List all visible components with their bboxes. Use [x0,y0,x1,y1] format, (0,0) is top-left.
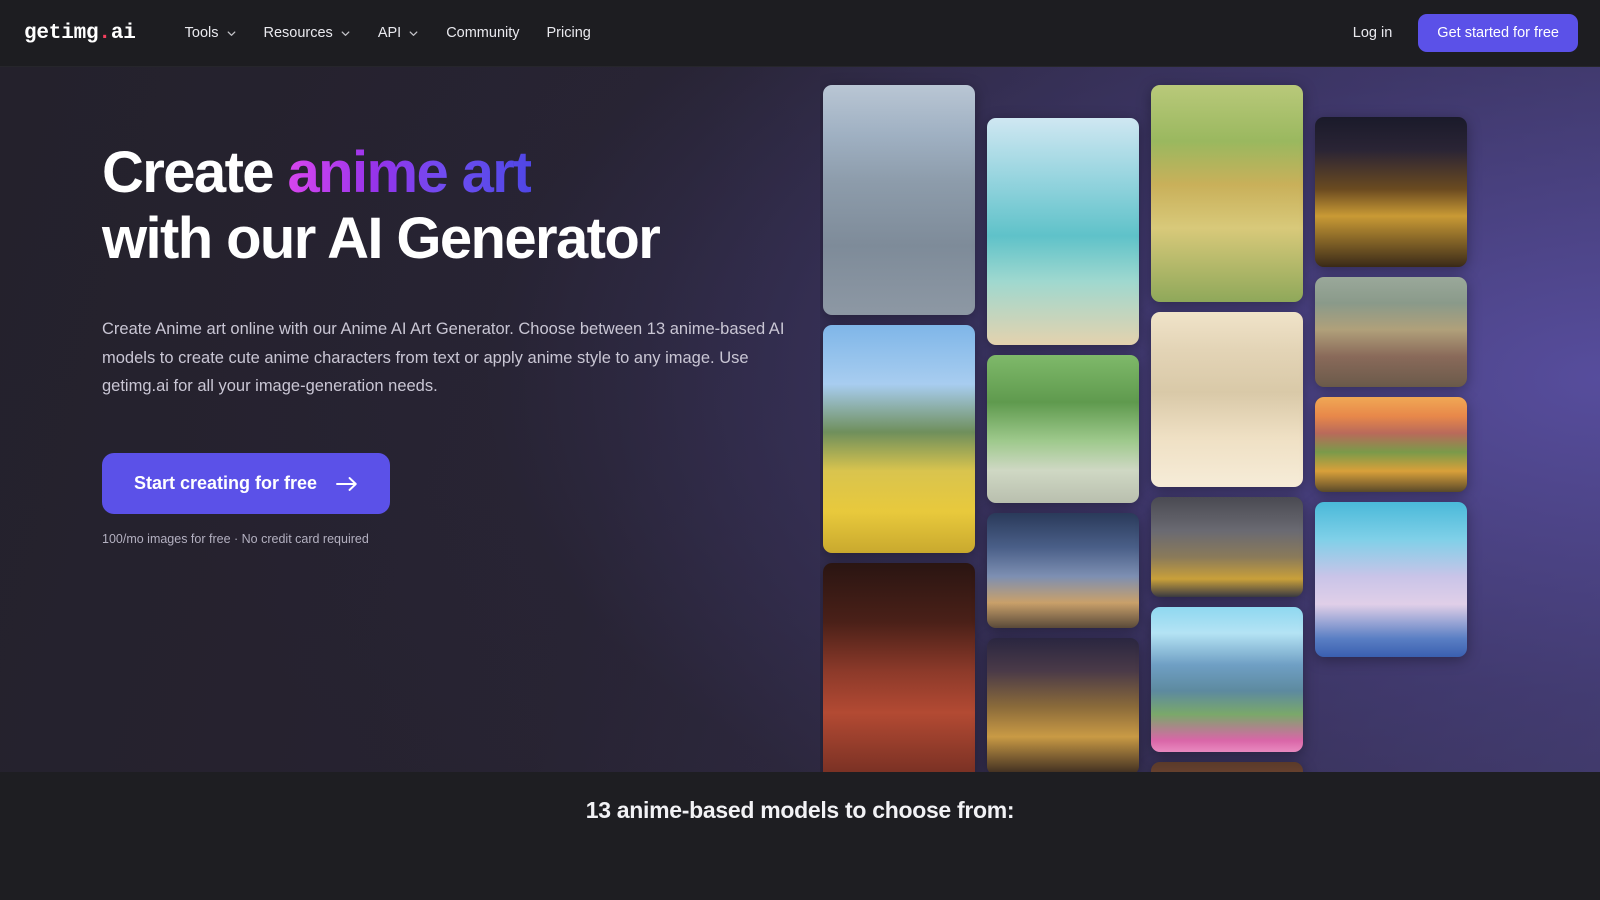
tile-red-umbrella-rain[interactable] [1151,497,1303,597]
hero-note: 100/mo images for free · No credit card … [102,532,802,546]
page-title: Create anime art with our AI Generator [102,140,802,272]
header-actions: Log in Get started for free [1339,14,1578,52]
tile-autumn-river-bend[interactable] [1315,397,1467,492]
tile-ballroom-couple[interactable] [823,563,975,790]
image-gallery [820,0,1600,790]
gallery-image [1315,117,1467,267]
logo-name: getimg [24,22,98,45]
hero-title-part1: Create [102,140,287,205]
arrow-right-icon [336,476,358,492]
tile-night-skyline-girl[interactable] [1315,117,1467,267]
tile-beach-jumping-girl[interactable] [987,118,1139,345]
gallery-image [1151,607,1303,752]
nav-item-pricing[interactable]: Pricing [535,16,603,50]
gallery-image [987,118,1139,345]
tile-night-city-dome[interactable] [987,638,1139,775]
nav-item-tools[interactable]: Tools [173,16,249,50]
main-navigation: Tools Resources API Community Pricing [173,16,603,50]
nav-label: API [378,25,401,41]
tile-mountain-valley[interactable] [1151,607,1303,752]
logo-dot: . [98,22,110,45]
tile-boy-under-tree[interactable] [1151,85,1303,302]
chevron-down-icon [408,28,419,39]
nav-label: Community [446,25,519,41]
nav-item-api[interactable]: API [366,16,431,50]
hero-cta-label: Start creating for free [134,473,317,494]
tile-cat-girl-battle[interactable] [987,513,1139,628]
tile-winged-flying-girl[interactable] [1315,502,1467,657]
gallery-image [1151,85,1303,302]
tile-man-on-couch[interactable] [1315,277,1467,387]
gallery-image [823,325,975,553]
gallery-image [987,513,1139,628]
nav-item-community[interactable]: Community [434,16,531,50]
gallery-image [987,638,1139,775]
gallery-image [1315,397,1467,492]
start-creating-button[interactable]: Start creating for free [102,453,390,514]
tile-racing-driver-girl[interactable] [823,325,975,553]
nav-item-resources[interactable]: Resources [252,16,363,50]
gallery-image [823,563,975,790]
login-link[interactable]: Log in [1339,16,1407,50]
gallery-image [1151,312,1303,487]
chevron-down-icon [226,28,237,39]
nav-label: Resources [264,25,333,41]
gallery-image [1315,502,1467,657]
tile-supermarket-girl[interactable] [1151,312,1303,487]
nav-label: Pricing [547,25,591,41]
gallery-image [987,355,1139,503]
models-heading: 13 anime-based models to choose from: [0,797,1600,824]
models-section: 13 anime-based models to choose from: [0,772,1600,900]
gallery-image [1151,497,1303,597]
site-logo[interactable]: getimg.ai [24,22,136,45]
gallery-image [823,85,975,315]
hero-description: Create Anime art online with our Anime A… [102,315,792,402]
hero-title-highlight: anime art [287,140,531,205]
chevron-down-icon [340,28,351,39]
tile-park-couple-walk[interactable] [987,355,1139,503]
get-started-button[interactable]: Get started for free [1418,14,1578,52]
hero-section: Create anime art with our AI Generator C… [102,140,802,546]
tile-street-fashion-girl[interactable] [823,85,975,315]
site-header: getimg.ai Tools Resources API Community … [0,0,1600,67]
hero-title-part2: with our AI Generator [102,206,659,271]
nav-label: Tools [185,25,219,41]
logo-suffix: ai [111,22,136,45]
gallery-image [1315,277,1467,387]
